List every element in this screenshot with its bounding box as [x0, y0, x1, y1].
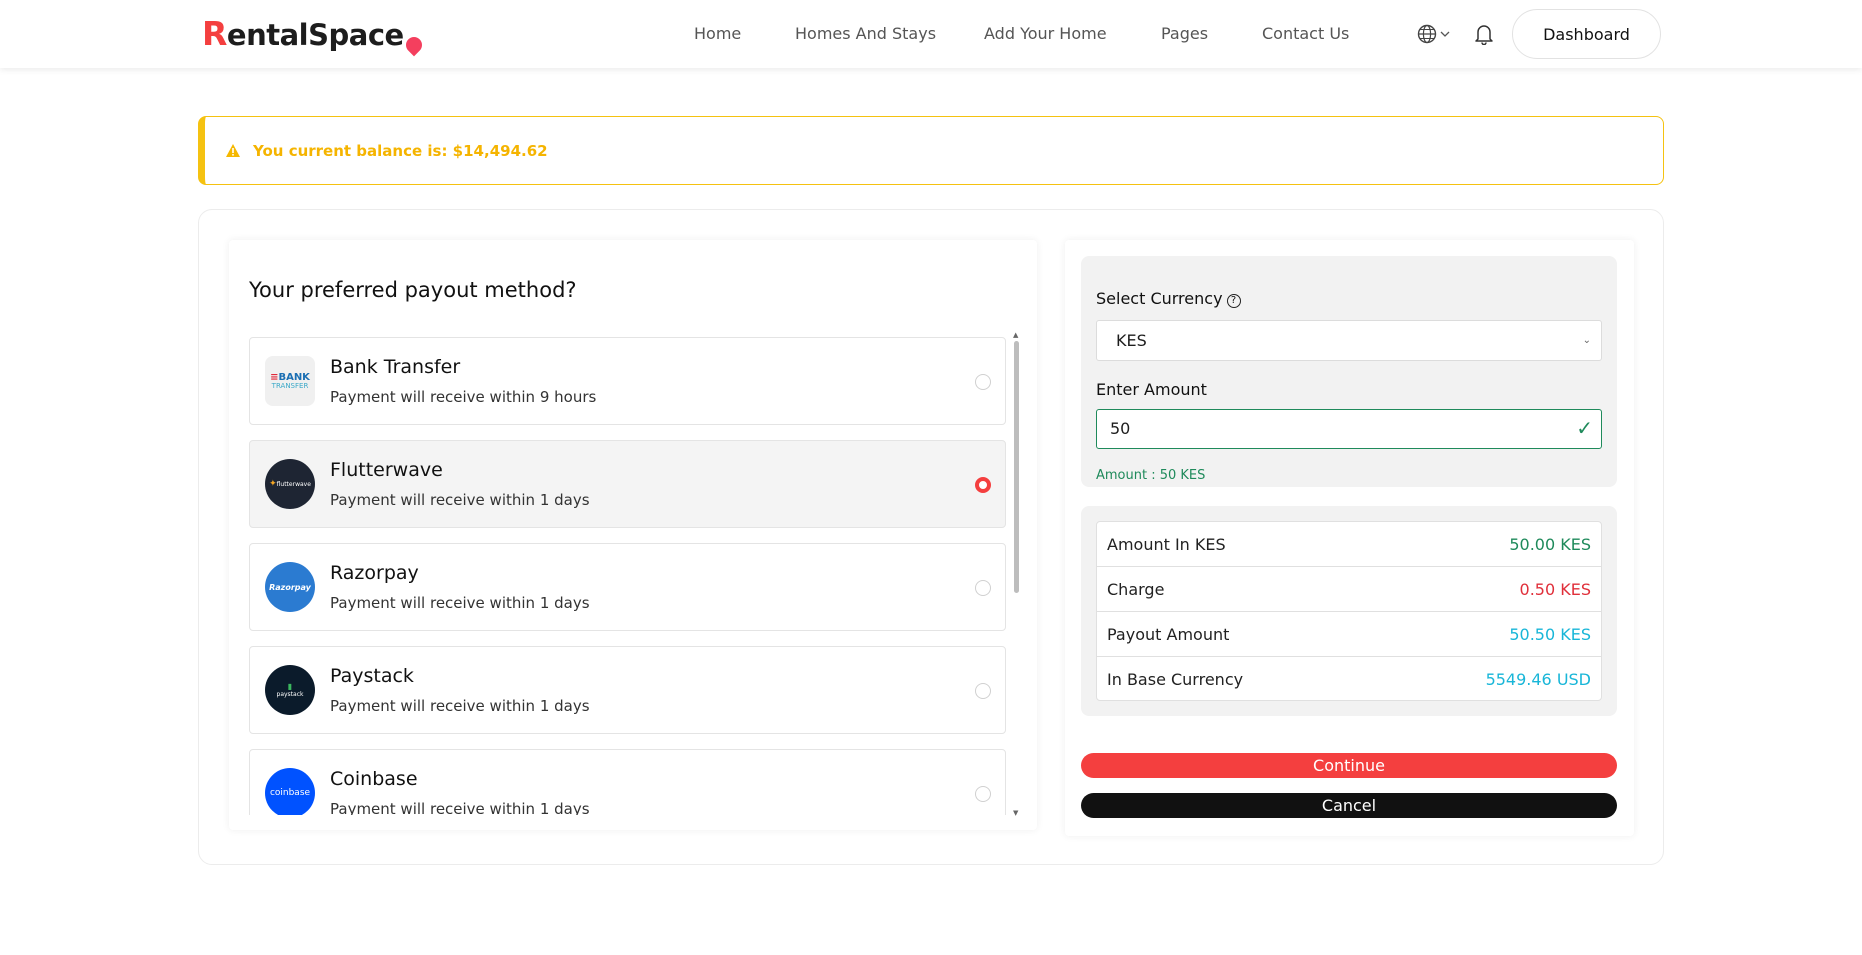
- cancel-button[interactable]: Cancel: [1081, 793, 1617, 818]
- balance-alert: You current balance is: $14,494.62: [198, 116, 1664, 185]
- warning-icon: [226, 144, 240, 157]
- method-eta: Payment will receive within 1 days: [330, 697, 590, 715]
- payout-method-list: ≡BANK TRANSFER Bank Transfer Payment wil…: [249, 337, 1006, 815]
- amount-label: Enter Amount: [1096, 380, 1207, 399]
- nav-homes-and-stays[interactable]: Homes And Stays: [795, 24, 936, 43]
- amount-input[interactable]: 50 ✓: [1096, 409, 1602, 449]
- bank-transfer-logo: ≡BANK TRANSFER: [265, 356, 315, 406]
- location-pin-icon: [402, 33, 426, 57]
- bell-icon: [1475, 25, 1493, 46]
- summary-row: Payout Amount 50.50 KES: [1097, 612, 1601, 657]
- method-flutterwave[interactable]: ✦ flutterwave Flutterwave Payment will re…: [249, 440, 1006, 528]
- summary-label: Charge: [1107, 580, 1165, 599]
- nav-contact-us[interactable]: Contact Us: [1262, 24, 1349, 43]
- summary-label: Payout Amount: [1107, 625, 1230, 644]
- method-paystack[interactable]: ▮ paystack Paystack Payment will receive …: [249, 646, 1006, 734]
- summary-row: Charge 0.50 KES: [1097, 567, 1601, 612]
- summary-label: In Base Currency: [1107, 670, 1244, 689]
- nav-add-your-home[interactable]: Add Your Home: [984, 24, 1107, 43]
- summary-value: 50.50 KES: [1509, 625, 1591, 644]
- paystack-logo: ▮ paystack: [265, 665, 315, 715]
- razorpay-logo: Razorpay: [265, 562, 315, 612]
- chevron-down-icon: [1440, 31, 1450, 37]
- method-radio[interactable]: [975, 683, 991, 699]
- scroll-up-icon[interactable]: ▲: [1013, 331, 1018, 339]
- method-eta: Payment will receive within 1 days: [330, 594, 590, 612]
- method-name: Bank Transfer: [330, 356, 461, 378]
- language-selector[interactable]: [1417, 24, 1450, 44]
- top-header: RentalSpac e Home Homes And Stays Add You…: [0, 0, 1862, 68]
- currency-value: KES: [1116, 331, 1147, 350]
- summary-value: 0.50 KES: [1519, 580, 1591, 599]
- logo-text: entalSpac: [226, 18, 385, 52]
- method-eta: Payment will receive within 1 days: [330, 491, 590, 509]
- payout-method-heading: Your preferred payout method?: [249, 278, 577, 302]
- summary-box: Amount In KES 50.00 KES Charge 0.50 KES …: [1081, 506, 1617, 716]
- nav-home[interactable]: Home: [694, 24, 741, 43]
- method-name: Flutterwave: [330, 459, 443, 481]
- payout-summary-table: Amount In KES 50.00 KES Charge 0.50 KES …: [1096, 521, 1602, 701]
- amount-value: 50: [1110, 419, 1131, 438]
- balance-text: You current balance is: $14,494.62: [253, 141, 548, 160]
- method-name: Paystack: [330, 665, 414, 687]
- summary-value: 5549.46 USD: [1485, 670, 1591, 689]
- globe-icon: [1417, 24, 1437, 44]
- valid-check-icon: ✓: [1576, 416, 1593, 440]
- nav-pages[interactable]: Pages: [1161, 24, 1208, 43]
- method-name: Coinbase: [330, 768, 418, 790]
- scroll-down-icon[interactable]: ▼: [1013, 809, 1018, 817]
- summary-label: Amount In KES: [1107, 535, 1226, 554]
- summary-value: 50.00 KES: [1509, 535, 1591, 554]
- method-coinbase[interactable]: coinbase Coinbase Payment will receive w…: [249, 749, 1006, 815]
- currency-label: Select Currency?: [1096, 289, 1241, 308]
- method-eta: Payment will receive within 1 days: [330, 800, 590, 815]
- rentalspace-logo[interactable]: RentalSpac e: [202, 14, 426, 57]
- summary-row: In Base Currency 5549.46 USD: [1097, 657, 1601, 702]
- chevron-down-icon: ⌄: [1582, 335, 1591, 346]
- scrollbar-thumb[interactable]: [1014, 341, 1019, 593]
- logo-letter-r: R: [202, 14, 227, 53]
- summary-row: Amount In KES 50.00 KES: [1097, 522, 1601, 567]
- amount-note: Amount : 50 KES: [1096, 468, 1206, 483]
- flutterwave-logo: ✦ flutterwave: [265, 459, 315, 509]
- method-name: Razorpay: [330, 562, 419, 584]
- payout-form-panel: Select Currency? KES ⌄ Enter Amount 50 ✓…: [1065, 240, 1634, 836]
- notifications-button[interactable]: [1474, 23, 1494, 49]
- method-razorpay[interactable]: Razorpay Razorpay Payment will receive w…: [249, 543, 1006, 631]
- method-eta: Payment will receive within 9 hours: [330, 388, 597, 406]
- continue-button[interactable]: Continue: [1081, 753, 1617, 778]
- payout-method-panel: Your preferred payout method? ≡BANK TRAN…: [229, 240, 1037, 830]
- method-radio-selected[interactable]: [975, 477, 991, 493]
- dashboard-button[interactable]: Dashboard: [1512, 9, 1661, 59]
- method-radio[interactable]: [975, 374, 991, 390]
- logo-letter-e: e: [384, 18, 405, 52]
- method-list-scrollbar[interactable]: ▲ ▼: [1012, 331, 1021, 817]
- coinbase-logo: coinbase: [265, 768, 315, 815]
- method-radio[interactable]: [975, 580, 991, 596]
- currency-select[interactable]: KES ⌄: [1096, 320, 1602, 361]
- help-icon[interactable]: ?: [1226, 294, 1241, 308]
- method-bank-transfer[interactable]: ≡BANK TRANSFER Bank Transfer Payment wil…: [249, 337, 1006, 425]
- currency-amount-box: Select Currency? KES ⌄ Enter Amount 50 ✓…: [1081, 256, 1617, 487]
- method-radio[interactable]: [975, 786, 991, 802]
